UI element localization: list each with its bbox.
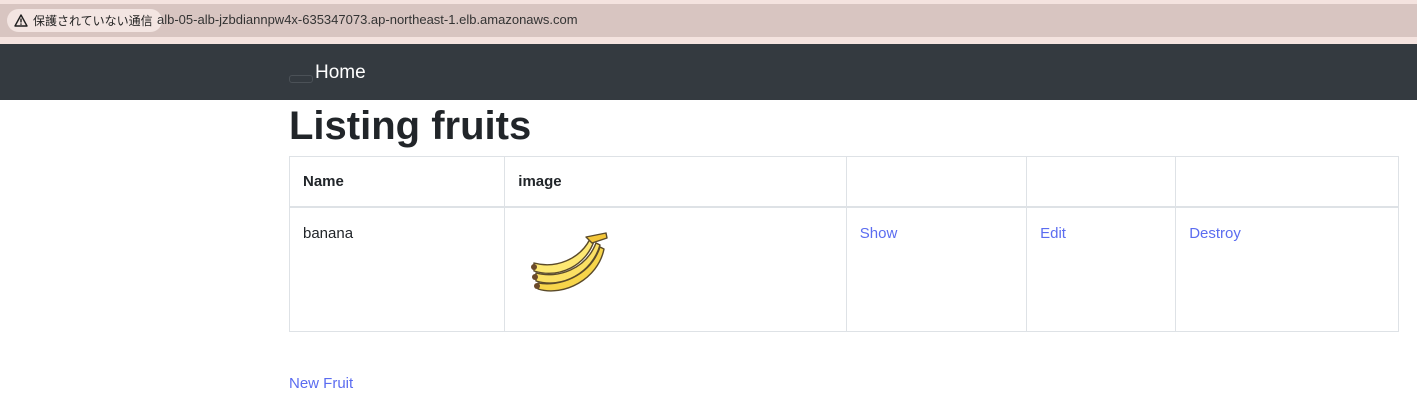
column-header-image: image bbox=[504, 156, 847, 208]
navbar-toggler[interactable] bbox=[289, 75, 313, 83]
table-row: banana Show Edit Destroy bbox=[288, 206, 1399, 332]
table-header-row: Name image bbox=[288, 156, 1399, 208]
security-label: 保護されていない通信 bbox=[33, 14, 153, 28]
edit-cell: Edit bbox=[1026, 206, 1177, 332]
edit-link[interactable]: Edit bbox=[1040, 225, 1066, 242]
warning-icon bbox=[14, 14, 28, 27]
fruit-name-cell: banana bbox=[288, 206, 506, 332]
security-indicator[interactable]: 保護されていない通信 bbox=[7, 9, 162, 32]
browser-address-bar: 保護されていない通信 alb-05-alb-jzbdiannpw4x-63534… bbox=[0, 0, 1417, 44]
new-fruit-link[interactable]: New Fruit bbox=[289, 375, 353, 392]
nav-home-link[interactable]: Home bbox=[315, 62, 366, 84]
column-header-destroy bbox=[1175, 156, 1399, 208]
url-text[interactable]: alb-05-alb-jzbdiannpw4x-635347073.ap-nor… bbox=[157, 12, 578, 27]
show-link[interactable]: Show bbox=[860, 225, 898, 242]
banana-icon bbox=[531, 232, 608, 292]
page-title: Listing fruits bbox=[289, 104, 532, 148]
column-header-name: Name bbox=[288, 156, 506, 208]
column-header-edit bbox=[1026, 156, 1177, 208]
fruits-table: Name image banana Show Edit Destroy bbox=[288, 156, 1399, 332]
navbar: Home bbox=[0, 44, 1417, 100]
destroy-link[interactable]: Destroy bbox=[1189, 225, 1241, 242]
fruit-image-cell bbox=[504, 206, 847, 332]
column-header-show bbox=[845, 156, 1028, 208]
destroy-cell: Destroy bbox=[1175, 206, 1399, 332]
show-cell: Show bbox=[845, 206, 1028, 332]
omnibox[interactable]: 保護されていない通信 alb-05-alb-jzbdiannpw4x-63534… bbox=[0, 4, 1417, 37]
